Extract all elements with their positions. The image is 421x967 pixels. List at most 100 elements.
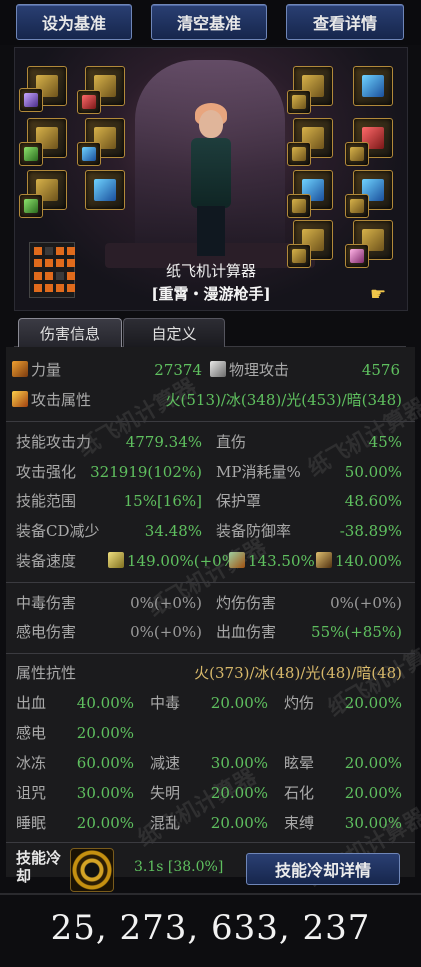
resist-value: 20.00% (76, 814, 134, 832)
resist-value: 20.00% (210, 784, 268, 802)
def-value: -38.89% (339, 522, 402, 540)
phys-atk-label: 物理攻击 (229, 361, 290, 379)
resist-value: 20.00% (344, 754, 402, 772)
tab-damage-info[interactable]: 伤害信息 (18, 318, 122, 347)
equip-slot-ring-emblem[interactable] (287, 194, 311, 218)
cast-speed-value: 143.50% (248, 552, 315, 570)
resist-item: 灼伤 20.00% (284, 692, 402, 714)
equip-slot-sub-emblem[interactable] (345, 194, 369, 218)
equip-slot-shoulder-emblem[interactable] (287, 90, 311, 114)
equip-slot-bottom-emblem[interactable] (77, 142, 101, 166)
skill-atk-label: 技能攻击力 (16, 433, 92, 451)
set-base-button[interactable]: 设为基准 (16, 4, 132, 40)
speed-row: 装备速度 149.00%(+0%) 143.50% 140.00% (16, 550, 406, 572)
resist-label: 眩晕 (284, 754, 315, 772)
def-row: 装备防御率 -38.89% (216, 520, 402, 542)
pointer-hand-icon[interactable]: ☛ (370, 284, 386, 305)
shield-label: 保护罩 (216, 492, 262, 510)
resist-label: 感电 (16, 724, 47, 742)
enhance-value: 321919(102%) (90, 463, 202, 481)
shock-dmg-label: 感电伤害 (16, 623, 77, 641)
resist-item: 出血 40.00% (16, 692, 134, 714)
character-name: 纸飞机计算器 (165, 262, 256, 280)
character-head (199, 110, 223, 138)
resist-label: 中毒 (150, 694, 181, 712)
resist-header-row: 属性抗性 火(373)/冰(48)/光(48)/暗(48) (16, 662, 402, 684)
resist-item: 中毒 20.00% (150, 692, 268, 714)
range-label: 技能范围 (16, 492, 77, 510)
resist-value: 30.00% (76, 784, 134, 802)
element-value: 火(513)/冰(348)/光(453)/暗(348) (165, 391, 403, 409)
enhance-label: 攻击强化 (16, 463, 77, 481)
shock-dmg-value: 0%(+0%) (130, 623, 202, 641)
divider (6, 653, 415, 654)
equip-slot-belt-emblem[interactable] (19, 194, 43, 218)
burn-dmg-value: 0%(+0%) (330, 594, 402, 612)
cooldown-value: 3.1s [38.0%] (134, 859, 224, 875)
character-class: [重霄・漫游枪手] (151, 285, 271, 303)
mp-value: 50.00% (344, 463, 402, 481)
equip-slot-pet[interactable] (85, 170, 125, 210)
resist-value: 20.00% (210, 814, 268, 832)
equip-slot-bracelet-emblem[interactable] (287, 142, 311, 166)
resist-item: 眩晕 20.00% (284, 752, 402, 774)
resist-label: 混乱 (150, 814, 181, 832)
resist-label: 束缚 (284, 814, 315, 832)
shock-dmg-row: 感电伤害 0%(+0%) (16, 621, 202, 643)
poison-dmg-value: 0%(+0%) (130, 594, 202, 612)
poison-dmg-row: 中毒伤害 0%(+0%) (16, 592, 202, 614)
skill-atk-value: 4779.34% (125, 433, 202, 451)
sword-icon (210, 361, 226, 377)
cooldown-skill-icon (70, 848, 114, 892)
clear-base-button[interactable]: 清空基准 (151, 4, 267, 40)
phys-atk-value: 4576 (361, 361, 400, 379)
resist-label: 冰冻 (16, 754, 47, 772)
character-scene: 纸飞机计算器 [重霄・漫游枪手] ☛ (14, 47, 408, 311)
toolbar: 设为基准 清空基准 查看详情 (0, 0, 421, 45)
resist-value: 20.00% (344, 784, 402, 802)
speed-label: 装备速度 (16, 552, 77, 570)
shield-row: 保护罩 48.60% (216, 490, 402, 512)
move-speed-icon (316, 552, 332, 568)
tab-custom[interactable]: 自定义 (123, 318, 225, 347)
resist-title: 属性抗性 (16, 664, 77, 682)
resist-item: 诅咒 30.00% (16, 782, 134, 804)
equip-slot-necklace-emblem[interactable] (345, 142, 369, 166)
resist-label: 失明 (150, 784, 181, 802)
resist-item: 束缚 30.00% (284, 812, 402, 834)
resist-label: 石化 (284, 784, 315, 802)
burn-dmg-row: 灼伤伤害 0%(+0%) (216, 592, 402, 614)
resist-label: 出血 (16, 694, 47, 712)
enhance-row: 攻击强化 321919(102%) (16, 461, 202, 483)
atk-speed-value: 149.00%(+0%) (127, 552, 242, 570)
skill-atk-row: 技能攻击力 4779.34% (16, 431, 202, 453)
cooldown-details-button[interactable]: 技能冷却详情 (246, 853, 400, 885)
resist-value: 20.00% (76, 724, 134, 742)
equip-slot-aura[interactable] (353, 66, 393, 106)
strength-icon (12, 361, 28, 377)
cd-reduce-label: 装备CD减少 (16, 522, 100, 540)
cd-reduce-row: 装备CD减少 34.48% (16, 520, 202, 542)
character-body (191, 138, 231, 208)
resist-label: 灼伤 (284, 694, 315, 712)
direct-row: 直伤 45% (216, 431, 402, 453)
cooldown-label: 技能冷却 (16, 849, 62, 885)
equip-slot-top-emblem[interactable] (77, 90, 101, 114)
resist-value: 60.00% (76, 754, 134, 772)
view-details-button[interactable]: 查看详情 (286, 4, 404, 40)
equip-slot-head-emblem[interactable] (19, 142, 43, 166)
bleed-dmg-row: 出血伤害 55%(+85%) (216, 621, 402, 643)
direct-value: 45% (368, 433, 402, 451)
resist-item: 石化 20.00% (284, 782, 402, 804)
resist-value: 20.00% (210, 694, 268, 712)
equip-slot-title[interactable] (19, 88, 43, 112)
character-legs (197, 206, 225, 256)
resist-item: 失明 20.00% (150, 782, 268, 804)
resist-value: 30.00% (344, 814, 402, 832)
resist-item: 睡眠 20.00% (16, 812, 134, 834)
cd-reduce-value: 34.48% (144, 522, 202, 540)
cooldown-row: 技能冷却 3.1s [38.0%] 技能冷却详情 (6, 842, 415, 893)
bleed-dmg-value: 55%(+85%) (311, 623, 402, 641)
bleed-dmg-label: 出血伤害 (216, 623, 277, 641)
resist-value: 20.00% (344, 694, 402, 712)
